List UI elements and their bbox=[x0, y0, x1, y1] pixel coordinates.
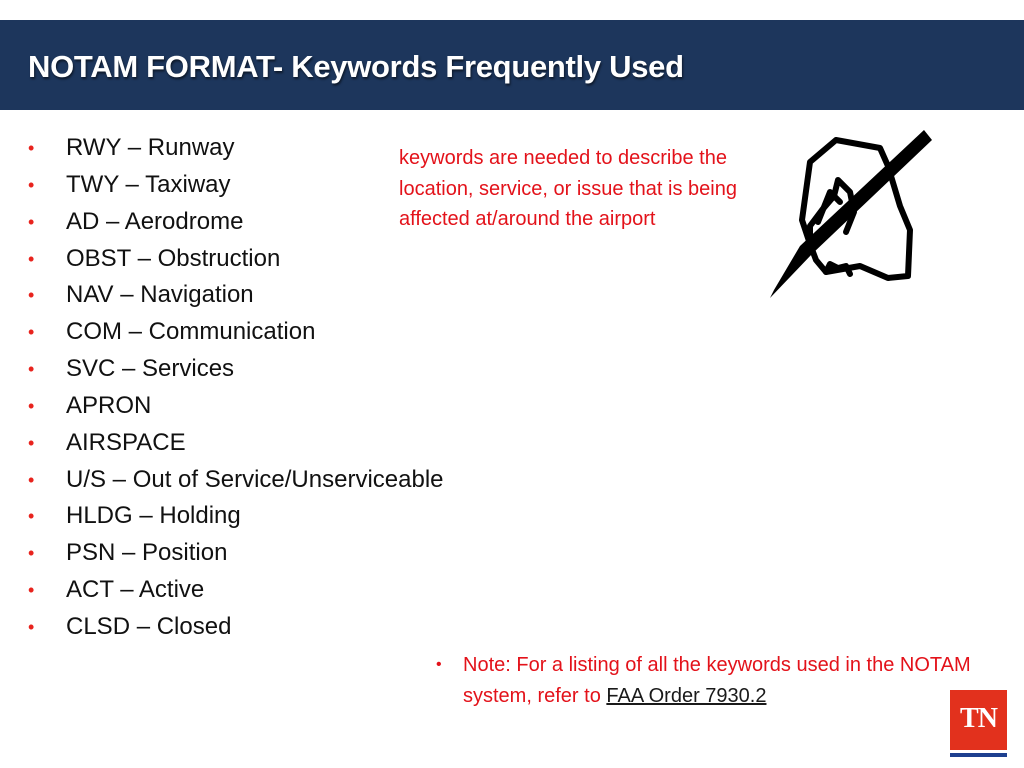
keyword-item: • APRON bbox=[0, 388, 444, 425]
keyword-item: • AD – Aerodrome bbox=[0, 204, 444, 241]
keyword-item: • ACT – Active bbox=[0, 572, 444, 609]
keyword-text: AD – Aerodrome bbox=[66, 207, 244, 235]
keyword-text: TWY – Taxiway bbox=[66, 170, 231, 198]
keyword-text: ACT – Active bbox=[66, 576, 205, 604]
bullet-icon: • bbox=[28, 285, 35, 306]
faa-order-link[interactable]: FAA Order 7930.2 bbox=[606, 685, 766, 707]
keyword-text: HLDG – Holding bbox=[66, 502, 241, 530]
tn-logo: TN bbox=[950, 690, 1007, 757]
tn-logo-text: TN bbox=[960, 703, 998, 734]
keyword-item: • HLDG – Holding bbox=[0, 498, 444, 535]
bullet-icon: • bbox=[28, 359, 35, 380]
bullet-icon: • bbox=[28, 616, 35, 637]
keyword-text: COM – Communication bbox=[66, 318, 316, 346]
keyword-text: CLSD – Closed bbox=[66, 612, 232, 640]
keyword-text: APRON bbox=[66, 391, 152, 419]
keyword-text: PSN – Position bbox=[66, 539, 228, 567]
bullet-icon: • bbox=[28, 174, 35, 195]
bullet-icon: • bbox=[28, 395, 35, 416]
keyword-item: • RWY – Runway bbox=[0, 130, 444, 167]
bullet-icon: • bbox=[28, 248, 35, 269]
hand-writing-with-pen-icon bbox=[770, 130, 932, 298]
bullet-icon: • bbox=[436, 656, 442, 673]
keyword-text: SVC – Services bbox=[66, 355, 235, 383]
keywords-callout: keywords are needed to describe the loca… bbox=[399, 147, 737, 231]
keyword-text: RWY – Runway bbox=[66, 134, 235, 161]
keyword-text: OBST – Obstruction bbox=[66, 244, 281, 272]
tn-logo-stripe bbox=[950, 753, 1007, 757]
bullet-icon: • bbox=[28, 322, 35, 343]
keyword-item: • AIRSPACE bbox=[0, 425, 444, 462]
keyword-text: NAV – Navigation bbox=[66, 281, 254, 309]
bullet-icon: • bbox=[28, 580, 35, 601]
slide-title: NOTAM FORMAT- Keywords Frequently Used bbox=[28, 49, 684, 84]
keyword-item: • SVC – Services bbox=[0, 351, 444, 388]
bullet-icon: • bbox=[28, 543, 35, 564]
keyword-item: • PSN – Position bbox=[0, 535, 444, 572]
keyword-item: • U/S – Out of Service/Unserviceable bbox=[0, 462, 444, 499]
keyword-item: • TWY – Taxiway bbox=[0, 167, 444, 204]
bullet-icon: • bbox=[28, 469, 35, 490]
bullet-icon: • bbox=[28, 432, 35, 453]
keyword-item: • COM – Communication bbox=[0, 314, 444, 351]
keyword-item: • OBST – Obstruction bbox=[0, 241, 444, 278]
bullet-icon: • bbox=[28, 211, 35, 232]
keyword-text: AIRSPACE bbox=[66, 428, 186, 456]
note-bullet: • Note: For a listing of all the keyword… bbox=[436, 650, 1023, 711]
keyword-item: • NAV – Navigation bbox=[0, 277, 444, 314]
bullet-icon: • bbox=[28, 506, 35, 527]
keyword-list: • RWY – Runway • TWY – Taxiway • AD – Aerod… bbox=[0, 130, 444, 646]
keyword-item: • CLSD – Closed bbox=[0, 609, 444, 646]
keyword-text: U/S – Out of Service/Unserviceable bbox=[66, 465, 444, 493]
bullet-icon: • bbox=[28, 138, 35, 158]
